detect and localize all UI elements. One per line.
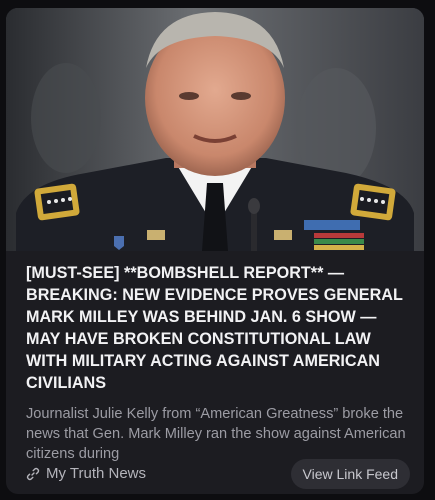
article-summary: Journalist Julie Kelly from “American Gr… (26, 406, 406, 462)
general-portrait-image (6, 8, 424, 251)
card-footer: My Truth News View Link Feed (26, 459, 410, 489)
link-icon (26, 467, 40, 481)
link-preview-card[interactable]: [MUST-SEE] **BOMBSHELL REPORT** — BREAKI… (6, 8, 424, 494)
view-link-feed-button[interactable]: View Link Feed (290, 459, 410, 489)
source-link[interactable]: My Truth News (26, 465, 146, 482)
article-image[interactable] (6, 8, 424, 251)
article-headline[interactable]: [MUST-SEE] **BOMBSHELL REPORT** — BREAKI… (26, 262, 412, 394)
source-name: My Truth News (46, 465, 147, 482)
